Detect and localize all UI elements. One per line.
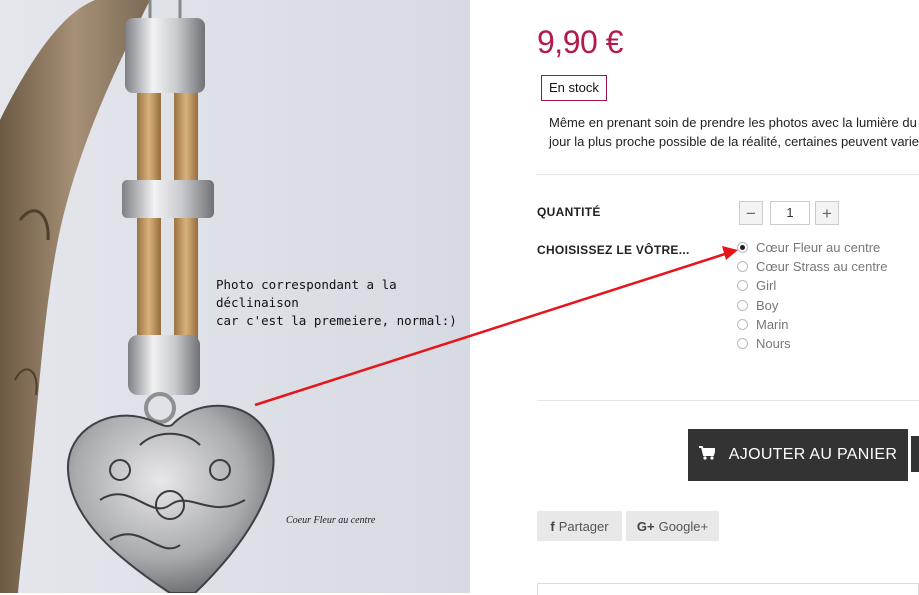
variant-options: Cœur Fleur au centre Cœur Strass au cent… — [737, 238, 888, 353]
quantity-input[interactable]: 1 — [770, 201, 810, 225]
variant-option[interactable]: Cœur Fleur au centre — [737, 238, 888, 257]
variant-label: CHOISISSEZ LE VÔTRE... — [537, 243, 690, 257]
quantity-increase-button[interactable]: + — [815, 201, 839, 225]
tabs-container — [537, 583, 919, 595]
product-note: Même en prenant soin de prendre les phot… — [549, 115, 919, 149]
variant-option[interactable]: Cœur Strass au centre — [737, 257, 888, 276]
divider — [537, 174, 919, 175]
variant-option[interactable]: Nours — [737, 334, 888, 353]
quantity-decrease-button[interactable]: − — [739, 201, 763, 225]
radio-button[interactable] — [737, 299, 748, 311]
radio-button[interactable] — [737, 280, 748, 292]
facebook-share-button[interactable]: f Partager — [537, 511, 622, 541]
variant-option[interactable]: Boy — [737, 296, 888, 315]
stock-badge: En stock — [541, 75, 607, 101]
product-photo: Photo correspondant a la déclinaison car… — [0, 0, 470, 593]
radio-button[interactable] — [737, 242, 748, 254]
wishlist-button-edge[interactable] — [911, 436, 919, 472]
variant-option[interactable]: Marin — [737, 315, 888, 334]
radio-button[interactable] — [737, 338, 748, 350]
radio-button[interactable] — [737, 318, 748, 330]
divider — [537, 400, 919, 401]
product-price: 9,90 € — [537, 24, 623, 60]
photo-variant-label: Coeur Fleur au centre — [286, 515, 376, 526]
photo-annotation: Photo correspondant a la déclinaison car… — [216, 277, 457, 328]
cart-icon — [698, 445, 717, 465]
quantity-label: QUANTITÉ — [537, 205, 601, 219]
google-plus-share-button[interactable]: G+ Google+ — [626, 511, 719, 541]
variant-option[interactable]: Girl — [737, 276, 888, 295]
add-to-cart-button[interactable]: AJOUTER AU PANIER — [688, 429, 908, 481]
radio-button[interactable] — [737, 261, 748, 273]
google-plus-icon: G+ — [636, 518, 655, 534]
add-to-cart-label: AJOUTER AU PANIER — [728, 446, 898, 463]
facebook-icon: f — [550, 518, 555, 534]
